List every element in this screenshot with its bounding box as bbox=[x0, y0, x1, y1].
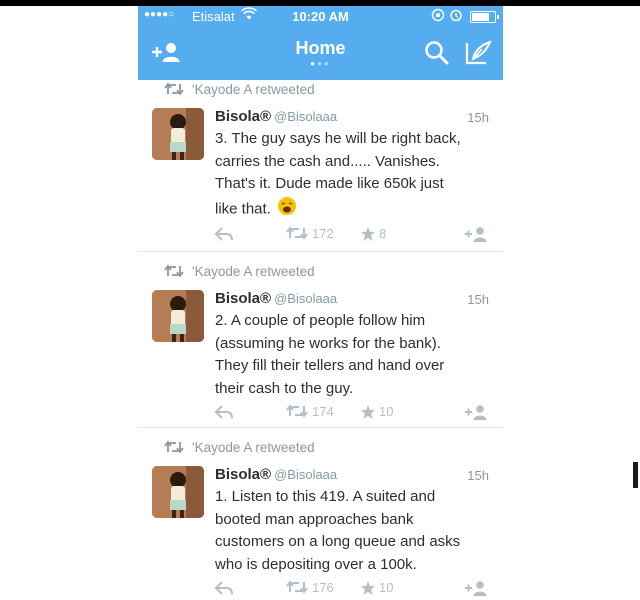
author-handle[interactable]: @Bisolaaa bbox=[274, 291, 337, 306]
author-line: Bisola® @Bisolaaa bbox=[215, 466, 337, 483]
tweet-time: 15h bbox=[467, 110, 489, 125]
retweeted-by-label: 'Kayode A retweeted bbox=[192, 82, 315, 97]
retweet-icon[interactable] bbox=[286, 404, 308, 421]
retweet-context: 'Kayode A retweeted bbox=[164, 440, 315, 455]
avatar[interactable] bbox=[152, 466, 204, 518]
tweet-text-line: booted man approaches bank bbox=[215, 510, 414, 528]
follow-icon[interactable] bbox=[464, 580, 488, 599]
avatar[interactable] bbox=[152, 290, 204, 342]
retweet-icon[interactable] bbox=[286, 580, 308, 597]
reply-icon[interactable] bbox=[214, 226, 234, 245]
divider bbox=[138, 427, 503, 428]
tweet-text: 1. Listen to this 419. A suited and boot… bbox=[215, 486, 495, 576]
retweet-small-icon bbox=[164, 264, 184, 281]
tweet-text-line: carries the cash and..... Vanishes. bbox=[215, 152, 440, 170]
author-line: Bisola® @Bisolaaa bbox=[215, 290, 337, 307]
reply-icon[interactable] bbox=[214, 580, 234, 599]
retweet-small-icon bbox=[164, 440, 184, 457]
author-handle[interactable]: @Bisolaaa bbox=[274, 109, 337, 124]
tweet-text-line: (assuming he works for the bank). bbox=[215, 334, 441, 352]
tweet-text: 3. The guy says he will be right back, c… bbox=[215, 128, 495, 223]
retweet-context: 'Kayode A retweeted bbox=[164, 82, 315, 97]
author-name[interactable]: Bisola® bbox=[215, 290, 271, 307]
favorite-count: 10 bbox=[379, 580, 394, 595]
tweet-actions: 176 10 bbox=[138, 580, 503, 600]
retweet-count: 174 bbox=[312, 404, 334, 419]
alarm-icon bbox=[449, 8, 463, 25]
favorite-icon[interactable] bbox=[360, 580, 376, 599]
tweet-time: 15h bbox=[467, 292, 489, 307]
tweet-text-line: That's it. Dude made like 650k just bbox=[215, 175, 444, 192]
follow-icon[interactable] bbox=[464, 404, 488, 423]
retweeted-by-label: 'Kayode A retweeted bbox=[192, 440, 315, 455]
tweet-text-line: who is depositing over a 100k. bbox=[215, 555, 417, 573]
battery-icon bbox=[470, 11, 499, 23]
tweet-time: 15h bbox=[467, 468, 489, 483]
author-name[interactable]: Bisola® bbox=[215, 466, 271, 483]
retweet-count: 172 bbox=[312, 226, 334, 241]
tweet-text-line: customers on a long queue and asks bbox=[215, 533, 461, 550]
retweet-icon[interactable] bbox=[286, 226, 308, 243]
tweet-card[interactable]: 'Kayode A retweeted Bisola® @Bisolaaa 15h… bbox=[138, 438, 503, 600]
reply-icon[interactable] bbox=[214, 404, 234, 423]
favorite-count: 10 bbox=[379, 404, 394, 419]
retweeted-by-label: 'Kayode A retweeted bbox=[192, 264, 315, 279]
tweet-text-line: 1. Listen to this 419. A suited and bbox=[215, 488, 436, 505]
divider bbox=[138, 251, 503, 252]
tweet-actions: 172 8 bbox=[138, 226, 503, 246]
search-icon[interactable] bbox=[424, 40, 450, 71]
favorite-count: 8 bbox=[379, 226, 387, 241]
tweet-card[interactable]: 'Kayode A retweeted Bisola® @Bisolaaa 15h… bbox=[138, 80, 503, 255]
tweet-text-line: 3. The guy says he will be right back, bbox=[215, 130, 461, 147]
retweet-small-icon bbox=[164, 82, 184, 99]
favorite-icon[interactable] bbox=[360, 226, 376, 245]
compose-icon[interactable] bbox=[464, 40, 492, 71]
retweet-context: 'Kayode A retweeted bbox=[164, 264, 315, 279]
status-bar: ●●●●○ Etisalat 10:20 AM bbox=[138, 6, 503, 26]
avatar[interactable] bbox=[152, 108, 204, 160]
author-handle[interactable]: @Bisolaaa bbox=[274, 467, 337, 482]
tweet-text-line: They fill their tellers and hand over bbox=[215, 357, 445, 374]
scroll-indicator bbox=[633, 462, 638, 488]
rotation-lock-icon bbox=[431, 8, 445, 25]
weary-face-emoji bbox=[277, 196, 297, 224]
tweet-text: 2. A couple of people follow him (assumi… bbox=[215, 310, 495, 400]
author-name[interactable]: Bisola® bbox=[215, 108, 271, 125]
tweet-text-line: 2. A couple of people follow him bbox=[215, 312, 426, 329]
follow-icon[interactable] bbox=[464, 226, 488, 245]
tweet-actions: 174 10 bbox=[138, 404, 503, 424]
favorite-icon[interactable] bbox=[360, 404, 376, 423]
author-line: Bisola® @Bisolaaa bbox=[215, 108, 337, 125]
navigation-bar: Home ●●● bbox=[138, 26, 503, 80]
tweet-card[interactable]: 'Kayode A retweeted Bisola® @Bisolaaa 15h… bbox=[138, 262, 503, 432]
tweet-text-line: like that. bbox=[215, 200, 271, 218]
tweet-text-line: their cash to the guy. bbox=[215, 379, 354, 397]
phone-screen: ●●●●○ Etisalat 10:20 AM Home ●●● 'Kayode… bbox=[138, 6, 503, 600]
retweet-count: 176 bbox=[312, 580, 334, 595]
